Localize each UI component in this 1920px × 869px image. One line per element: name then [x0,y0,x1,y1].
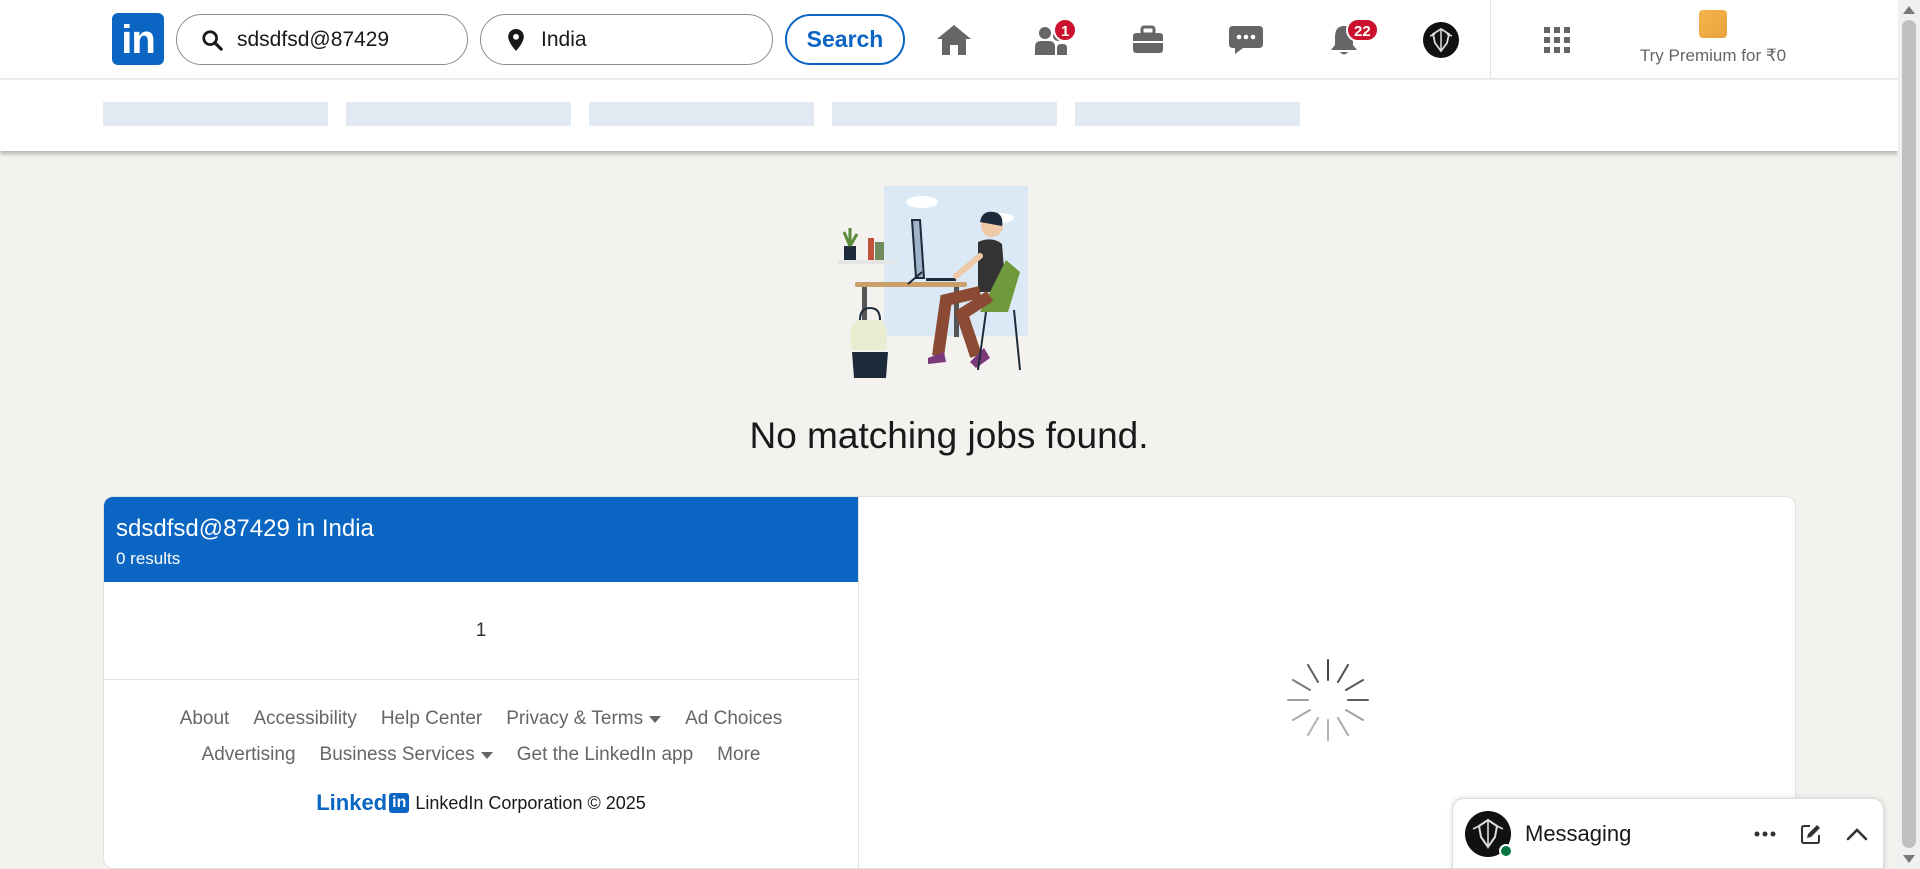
nav-messaging[interactable] [1226,20,1266,60]
expand-messaging-button[interactable] [1837,814,1877,854]
nav-jobs[interactable] [1128,20,1168,60]
copyright: Linked in LinkedIn Corporation © 2025 [104,790,858,816]
caret-down-icon [649,715,662,723]
avatar [1465,810,1513,858]
footer: About Accessibility Help Center Privacy … [104,680,858,816]
scroll-up-arrow-icon[interactable] [1903,6,1915,14]
linkedin-logo[interactable]: in [112,13,164,65]
compose-icon [1801,824,1820,844]
filter-skeleton [589,102,814,126]
network-badge: 1 [1053,18,1078,42]
keyword-search-box[interactable] [176,14,468,65]
filter-skeleton [103,102,328,126]
notifications-badge: 22 [1346,18,1379,42]
page-scrollbar[interactable] [1898,0,1920,869]
nav-divider [1490,0,1491,78]
filter-skeleton [1075,102,1300,126]
loading-spinner-icon [1287,659,1369,741]
footer-link-advertising[interactable]: Advertising [202,744,296,766]
results-list-pane: sdsdfsd@87429 in India 0 results 1 About… [104,497,859,868]
compose-message-button[interactable] [1791,814,1831,854]
premium-label: Try Premium for ₹0 [1639,46,1787,65]
avatar-icon [1423,22,1459,58]
footer-link-ad-choices[interactable]: Ad Choices [685,708,782,730]
results-header: sdsdfsd@87429 in India 0 results [104,497,858,582]
caret-down-icon [480,751,493,759]
messaging-more-button[interactable] [1745,814,1785,854]
footer-link-label: Privacy & Terms [506,708,644,729]
wordmark-in-box: in [389,793,410,813]
footer-link-label: Business Services [319,744,475,765]
nav-work-grid[interactable] [1537,20,1577,60]
home-icon [937,25,971,55]
linkedin-wordmark-logo: Linked in [316,790,410,816]
online-status-dot [1499,843,1513,858]
location-pin-icon [508,28,524,51]
empty-state-title: No matching jobs found. [749,415,1149,456]
filter-skeleton [832,102,1057,126]
no-results-illustration [838,186,1028,378]
footer-link-about[interactable]: About [180,708,230,730]
keyword-input[interactable] [237,27,437,52]
nav-me-avatar[interactable] [1421,20,1461,60]
nav-notifications[interactable]: 22 [1324,18,1379,60]
wordmark-text: Linked [316,790,388,815]
scrollbar-thumb[interactable] [1902,20,1916,848]
try-premium-link[interactable]: Try Premium for ₹0 [1628,10,1798,66]
ellipsis-icon [1754,831,1776,836]
messaging-label: Messaging [1525,820,1632,846]
filter-bar [0,80,1898,151]
filter-skeleton [346,102,571,126]
pagination: 1 [104,582,858,680]
nav-home[interactable] [934,20,974,60]
footer-link-help-center[interactable]: Help Center [381,708,482,730]
location-search-box[interactable] [480,14,773,65]
results-count: 0 results [116,549,181,568]
footer-link-get-app[interactable]: Get the LinkedIn app [517,744,693,766]
footer-link-more[interactable]: More [717,744,760,766]
footer-link-accessibility[interactable]: Accessibility [253,708,356,730]
premium-icon [1699,10,1727,38]
page-button-1[interactable]: 1 [476,620,487,642]
nav-my-network[interactable]: 1 [1031,18,1078,60]
grid-icon [1544,27,1570,53]
location-input[interactable] [541,27,741,52]
footer-link-business-services[interactable]: Business Services [320,744,493,766]
scroll-down-arrow-icon[interactable] [1903,855,1915,863]
copyright-text: LinkedIn Corporation © 2025 [415,792,646,813]
results-query-title: sdsdfsd@87429 in India [116,515,374,542]
global-nav: in Search 1 22 Try Premium f [0,0,1898,79]
messaging-overlay[interactable]: Messaging [1452,798,1884,869]
search-button[interactable]: Search [785,14,905,65]
chevron-up-icon [1846,827,1868,840]
footer-link-privacy-terms[interactable]: Privacy & Terms [506,708,662,730]
chat-bubble-icon [1229,26,1263,54]
search-icon [202,29,223,51]
briefcase-icon [1133,25,1163,53]
